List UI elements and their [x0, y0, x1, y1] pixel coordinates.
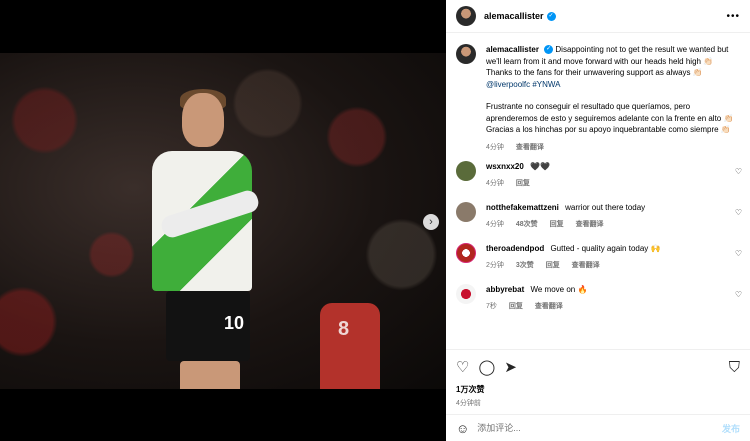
comment-icon[interactable]: ◯ — [478, 360, 495, 375]
comment-meta: 2分钟 3次赞 回复 查看翻译 — [486, 260, 660, 271]
comment-body: notthefakemattzeni warrior out there tod… — [486, 202, 645, 235]
player-legs — [180, 361, 240, 389]
see-translation-link[interactable]: 查看翻译 — [576, 221, 604, 228]
comment-meta: 4分钟 回复 — [486, 178, 550, 189]
comment-item: abbyrebat We move on 🔥 7秒 回复 查看翻译 ♡ — [446, 276, 750, 317]
background-player-number: 8 — [338, 318, 350, 340]
reply-link[interactable]: 回复 — [546, 262, 560, 269]
avatar[interactable] — [456, 243, 476, 263]
comment-body: theroadendpod Gutted - quality again tod… — [486, 243, 660, 276]
chevron-right-icon[interactable]: › — [423, 214, 439, 230]
player-figure: 10 — [152, 89, 272, 389]
post-actions: ♡ ◯ ➤ ⛉ 1万次赞 4分钟前 — [446, 349, 750, 408]
caption-line-4: Gracias a los hinchas por su apoyo inque… — [486, 125, 731, 134]
avatar[interactable] — [456, 202, 476, 222]
comment-username[interactable]: notthefakemattzeni — [486, 203, 559, 212]
caption-avatar[interactable] — [456, 44, 476, 64]
reply-link[interactable]: 回复 — [516, 180, 530, 187]
bookmark-icon[interactable]: ⛉ — [729, 360, 740, 375]
comments-scroll-area[interactable]: alemacallister ✓ Disappointing not to ge… — [446, 34, 750, 348]
player-head — [182, 93, 224, 147]
comment-text: warrior out there today — [565, 203, 646, 212]
caption-body: alemacallister ✓ Disappointing not to ge… — [486, 44, 740, 153]
caption-line-2: Thanks to the fans for their unwavering … — [486, 68, 703, 77]
verified-icon: ✓ — [546, 11, 556, 21]
comment-item: notthefakemattzeni warrior out there tod… — [446, 194, 750, 235]
heart-icon[interactable]: ♡ — [456, 360, 469, 375]
comment-username[interactable]: abbyrebat — [486, 285, 524, 294]
heart-icon[interactable]: ♡ — [735, 167, 742, 176]
shorts-number: 10 — [224, 313, 245, 333]
comment-likes[interactable]: 48次赞 — [516, 221, 538, 228]
likes-count[interactable]: 1万次赞 — [456, 384, 740, 395]
caption-time: 4分钟 — [486, 143, 504, 151]
caption-meta: 4分钟 查看翻译 — [486, 142, 740, 154]
heart-icon[interactable]: ♡ — [735, 290, 742, 299]
see-translation-link[interactable]: 查看翻译 — [572, 262, 600, 269]
post-time: 4分钟前 — [456, 400, 481, 407]
post-photo: 8 10 — [0, 53, 446, 389]
comment-time: 2分钟 — [486, 262, 504, 269]
see-translation-link[interactable]: 查看翻译 — [535, 303, 563, 310]
caption-username[interactable]: alemacallister — [486, 45, 539, 54]
comment-item: theroadendpod Gutted - quality again tod… — [446, 235, 750, 276]
comment-text: 🖤🖤 — [530, 162, 550, 171]
avatar[interactable] — [456, 6, 476, 26]
caption-line-3: Frustrante no conseguir el resultado que… — [486, 102, 734, 123]
comment-body: wsxnxx20 🖤🖤 4分钟 回复 — [486, 161, 550, 194]
comment-likes[interactable]: 3次赞 — [516, 262, 534, 269]
comment-time: 4分钟 — [486, 180, 504, 187]
comment-text: We move on 🔥 — [530, 285, 588, 294]
post-media: 8 10 › — [0, 0, 446, 441]
comment-body: abbyrebat We move on 🔥 7秒 回复 查看翻译 — [486, 284, 587, 317]
comment-text: Gutted - quality again today 🙌 — [550, 244, 661, 253]
comment-input[interactable] — [477, 423, 722, 433]
post-caption: alemacallister ✓ Disappointing not to ge… — [446, 34, 750, 153]
add-comment-bar: ☺ 发布 — [446, 414, 750, 441]
heart-icon[interactable]: ♡ — [735, 208, 742, 217]
comment-meta: 7秒 回复 查看翻译 — [486, 301, 587, 312]
post-side-panel: alemacallister ✓ ••• alemacallister ✓ Di… — [446, 0, 750, 441]
avatar[interactable] — [456, 161, 476, 181]
comment-item: wsxnxx20 🖤🖤 4分钟 回复 ♡ — [446, 153, 750, 194]
more-icon[interactable]: ••• — [726, 11, 740, 22]
post-comment-button[interactable]: 发布 — [722, 422, 740, 435]
reply-link[interactable]: 回复 — [550, 221, 564, 228]
comment-time: 7秒 — [486, 303, 497, 310]
see-translation-link[interactable]: 查看翻译 — [516, 144, 544, 151]
share-icon[interactable]: ➤ — [504, 360, 517, 375]
comment-username[interactable]: theroadendpod — [486, 244, 544, 253]
reply-link[interactable]: 回复 — [509, 303, 523, 310]
emoji-icon[interactable]: ☺ — [456, 421, 469, 436]
verified-icon: ✓ — [544, 45, 554, 55]
post-modal: 8 10 › alemacallister ✓ ••• alemacallist… — [0, 0, 750, 441]
background-player — [320, 303, 380, 389]
comment-meta: 4分钟 48次赞 回复 查看翻译 — [486, 219, 645, 230]
header-username[interactable]: alemacallister — [484, 11, 544, 21]
comment-time: 4分钟 — [486, 221, 504, 228]
post-header: alemacallister ✓ ••• — [446, 0, 750, 33]
heart-icon[interactable]: ♡ — [735, 249, 742, 258]
action-icons: ♡ ◯ ➤ ⛉ — [456, 358, 740, 376]
avatar[interactable] — [456, 284, 476, 304]
caption-tags[interactable]: @liverpoolfc #YNWA — [486, 79, 740, 91]
comment-username[interactable]: wsxnxx20 — [486, 162, 524, 171]
